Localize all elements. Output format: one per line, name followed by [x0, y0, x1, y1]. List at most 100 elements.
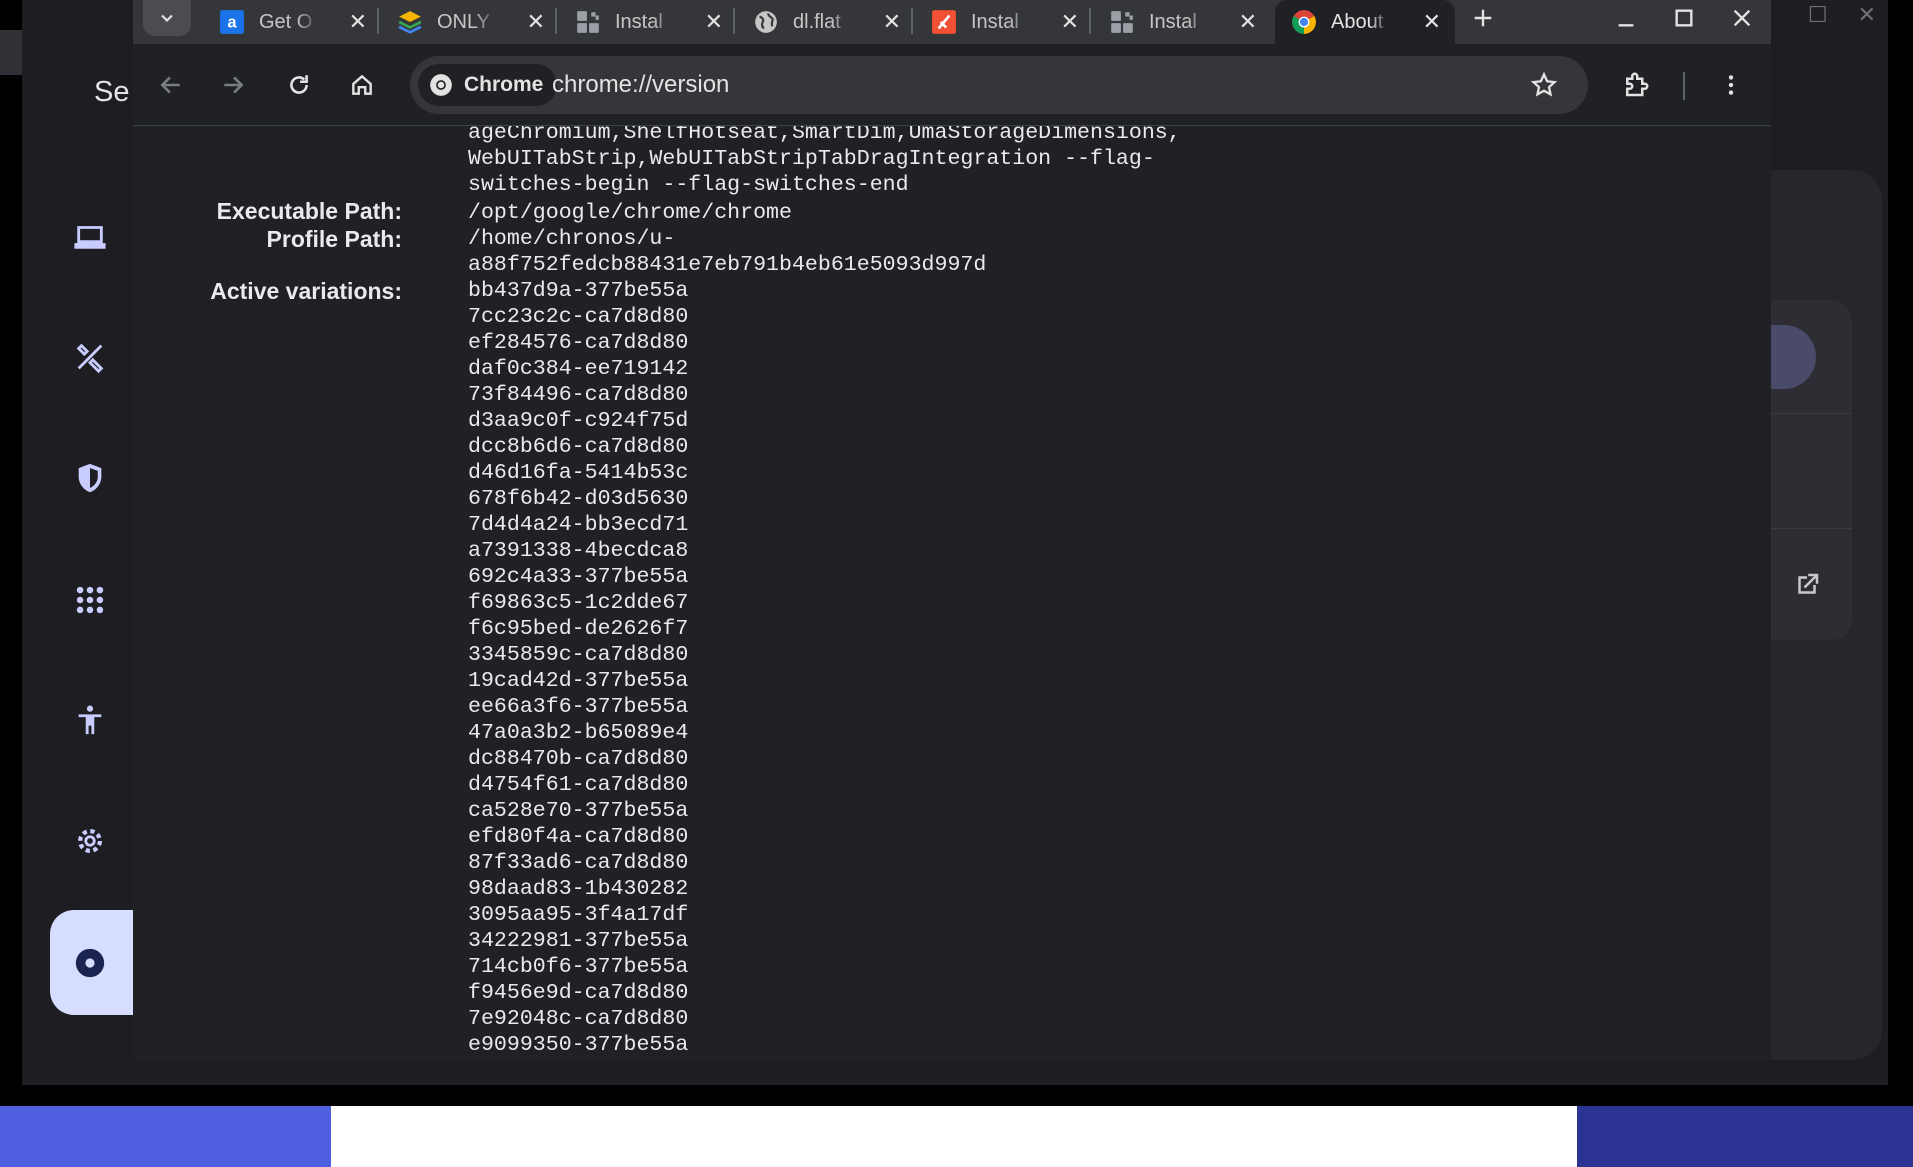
- settings-title: Se: [94, 76, 130, 108]
- chrome-window: a Get O ✕ ONLY ✕ Instal ✕ dl.flat ✕ Inst…: [133, 0, 1771, 1060]
- tab-install-1[interactable]: Instal ✕: [559, 0, 737, 44]
- accessibility-icon: [72, 702, 108, 738]
- back-button[interactable]: [149, 63, 193, 107]
- tab-title: Instal: [615, 10, 675, 34]
- tab-title: Instal: [971, 10, 1031, 34]
- tab-search-button[interactable]: [143, 0, 191, 36]
- active-variations-list: bb437d9a-377be55a 7cc23c2c-ca7d8d80 ef2845…: [468, 278, 688, 1058]
- close-icon: [1733, 9, 1751, 27]
- version-page-content: ageChromium,ShelfHotseat,SmartDim,UmaSto…: [133, 126, 1771, 1060]
- new-tab-button[interactable]: [1463, 0, 1503, 36]
- menu-button[interactable]: [1709, 63, 1753, 107]
- variation-item: a7391338-4becdca8: [468, 539, 689, 563]
- window-controls: [1597, 0, 1771, 36]
- tab-title: Get O: [259, 10, 319, 34]
- puzzle-icon: [1109, 9, 1135, 35]
- home-icon: [352, 74, 372, 95]
- kebab-menu-icon: [1728, 75, 1734, 95]
- tab-title: About: [1331, 10, 1391, 34]
- variation-item: ca528e70-377be55a: [468, 799, 689, 823]
- close-window-button[interactable]: [1713, 0, 1771, 36]
- tab-separator: [555, 8, 557, 34]
- profile-path-value: a88f752fedcb88431e7eb791b4eb61e5093d997d: [468, 253, 987, 277]
- variation-item: bb437d9a-377be55a: [468, 279, 689, 303]
- omnibox[interactable]: Chrome chrome://version: [410, 56, 1588, 114]
- bookmark-button[interactable]: [1522, 63, 1566, 107]
- svg-text:a: a: [227, 13, 237, 31]
- tab-title: Instal: [1149, 10, 1209, 34]
- variation-item: 87f33ad6-ca7d8d80: [468, 851, 689, 875]
- variation-item: efd80f4a-ca7d8d80: [468, 825, 689, 849]
- tab-close-icon[interactable]: ✕: [1239, 0, 1257, 44]
- tab-install-2[interactable]: Instal ✕: [915, 0, 1093, 44]
- forward-button[interactable]: [211, 63, 255, 107]
- variation-item: 678f6b42-d03d5630: [468, 487, 689, 511]
- variation-item: 714cb0f6-377be55a: [468, 955, 689, 979]
- variation-item: 98daad83-1b430282: [468, 877, 689, 901]
- puzzle-icon: [1626, 72, 1649, 97]
- command-line-line: ageChromium,ShelfHotseat,SmartDim,UmaSto…: [468, 126, 1181, 145]
- variation-item: e9099350-377be55a: [468, 1033, 689, 1057]
- extensions-button[interactable]: [1614, 63, 1658, 107]
- variation-item: d4754f61-ca7d8d80: [468, 773, 689, 797]
- executable-path-value: /opt/google/chrome/chrome: [468, 201, 792, 225]
- executable-path-label: Executable Path:: [216, 198, 402, 224]
- tab-close-icon[interactable]: ✕: [705, 0, 723, 44]
- chrome-logo-icon: [72, 945, 108, 981]
- settings-restore-icon[interactable]: ☐: [1808, 2, 1828, 28]
- reload-button[interactable]: [277, 63, 321, 107]
- tab-close-icon[interactable]: ✕: [349, 0, 367, 44]
- external-link-icon[interactable]: [1792, 570, 1822, 605]
- tab-separator: [1089, 8, 1091, 34]
- store-icon: a: [219, 9, 245, 35]
- site-info-chip-label: Chrome: [464, 73, 544, 96]
- browser-toolbar: Chrome chrome://version: [133, 44, 1771, 126]
- variation-item: 3345859c-ca7d8d80: [468, 643, 689, 667]
- variation-item: ef284576-ca7d8d80: [468, 331, 689, 355]
- tab-close-icon[interactable]: ✕: [883, 0, 901, 44]
- reload-icon: [290, 75, 308, 94]
- tools-icon: [72, 339, 108, 375]
- puzzle-icon: [575, 9, 601, 35]
- site-info-chip[interactable]: Chrome: [418, 64, 558, 106]
- tab-separator: [911, 8, 913, 34]
- tab-get-o[interactable]: a Get O ✕: [203, 0, 381, 44]
- tab-dl-flat[interactable]: dl.flat ✕: [737, 0, 915, 44]
- arrow-left-icon: [160, 76, 180, 94]
- home-button[interactable]: [340, 63, 384, 107]
- tab-close-icon[interactable]: ✕: [1423, 0, 1441, 44]
- layers-icon: [397, 9, 423, 35]
- variation-item: dcc8b6d6-ca7d8d80: [468, 435, 689, 459]
- variation-item: 19cad42d-377be55a: [468, 669, 689, 693]
- maximize-icon: [1675, 9, 1693, 27]
- settings-close-icon[interactable]: ✕: [1858, 2, 1876, 28]
- url-text[interactable]: chrome://version: [552, 56, 729, 114]
- variation-item: 3095aa95-3f4a17df: [468, 903, 689, 927]
- minimize-button[interactable]: [1597, 0, 1655, 36]
- variation-item: dc88470b-ca7d8d80: [468, 747, 689, 771]
- maximize-button[interactable]: [1655, 0, 1713, 36]
- chevron-down-icon: [161, 14, 173, 23]
- tab-only[interactable]: ONLY ✕: [381, 0, 559, 44]
- star-icon: [1530, 71, 1558, 97]
- laptop-icon: [72, 218, 108, 254]
- profile-path-label: Profile Path:: [266, 226, 402, 252]
- chrome-logo-icon: [430, 74, 452, 96]
- profile-path-value: /home/chronos/u-: [468, 227, 676, 251]
- variation-item: 7e92048c-ca7d8d80: [468, 1007, 689, 1031]
- variation-item: f9456e9d-ca7d8d80: [468, 981, 689, 1005]
- tab-close-icon[interactable]: ✕: [1061, 0, 1079, 44]
- arrow-right-icon: [224, 76, 244, 94]
- tab-title: ONLY: [437, 10, 497, 34]
- tab-close-icon[interactable]: ✕: [527, 0, 545, 44]
- tab-install-3[interactable]: Instal ✕: [1093, 0, 1271, 44]
- active-variations-label: Active variations:: [210, 278, 402, 304]
- variation-item: f69863c5-1c2dde67: [468, 591, 689, 615]
- variation-item: f6c95bed-de2626f7: [468, 617, 689, 641]
- shelf-segment-right: [1577, 1106, 1913, 1167]
- tab-strip: a Get O ✕ ONLY ✕ Instal ✕ dl.flat ✕ Inst…: [133, 0, 1771, 44]
- command-line-line: switches-begin --flag-switches-end: [468, 173, 909, 197]
- minimize-icon: [1618, 24, 1634, 27]
- tab-about-version[interactable]: About ✕: [1275, 0, 1455, 44]
- command-line-line: WebUITabStrip,WebUITabStripTabDragIntegr…: [468, 147, 1155, 171]
